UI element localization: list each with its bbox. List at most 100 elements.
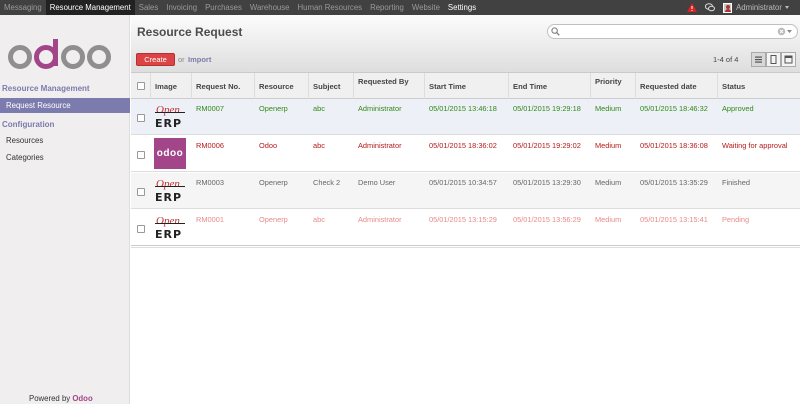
sidebar-item-resources[interactable]: Resources	[0, 133, 130, 148]
cell-resource: Openerp	[259, 178, 288, 187]
col-status[interactable]: Status	[718, 73, 800, 99]
or-label: or	[178, 55, 185, 64]
form-view-icon	[770, 55, 777, 64]
cell-requested-by: Administrator	[358, 215, 402, 224]
calendar-view-button[interactable]	[781, 52, 796, 67]
table-row[interactable]: odoo RM0006 Odoo abc Administrator 05/01…	[131, 136, 800, 172]
col-image[interactable]: Image	[151, 73, 192, 99]
col-end-time[interactable]: End Time	[509, 73, 591, 99]
col-start-time[interactable]: Start Time	[425, 73, 509, 99]
menu-settings[interactable]: Settings	[444, 0, 480, 15]
cell-subject: abc	[313, 215, 325, 224]
page-title: Resource Request	[137, 25, 243, 39]
col-resource[interactable]: Resource	[255, 73, 309, 99]
cell-requested-date: 05/01/2015 18:46:32	[640, 104, 708, 113]
cell-request-no: RM0006	[196, 141, 224, 150]
topbar-right: Administrator	[687, 0, 800, 15]
cell-requested-by: Demo User	[358, 178, 396, 187]
row-checkbox[interactable]	[137, 114, 145, 122]
col-requested-date[interactable]: Requested date	[636, 73, 718, 99]
powered-by-label: Powered by	[29, 394, 71, 403]
search-box[interactable]	[547, 24, 798, 39]
table-row[interactable]: Open ERP RM0007 Openerp abc Administrator…	[131, 99, 800, 135]
cell-request-no: RM0001	[196, 215, 224, 224]
col-subject[interactable]: Subject	[309, 73, 354, 99]
cell-status: Pending	[722, 215, 750, 224]
sidebar: Resource Management Request Resource Con…	[0, 15, 130, 404]
cell-requested-date: 05/01/2015 18:36:08	[640, 141, 708, 150]
select-all-checkbox[interactable]	[137, 82, 145, 90]
openerp-logo-image: Open ERP	[154, 212, 186, 243]
col-requested-by[interactable]: Requested By	[354, 73, 425, 99]
warning-icon[interactable]	[687, 3, 698, 12]
sidebar-item-categories[interactable]: Categories	[0, 150, 130, 165]
cell-start-time: 05/01/2015 18:36:02	[429, 141, 497, 150]
cell-resource: Openerp	[259, 215, 288, 224]
table-row[interactable]: Open ERP RM0001 Openerp abc Administrator…	[131, 210, 800, 246]
menu-warehouse[interactable]: Warehouse	[246, 0, 294, 15]
pager-value[interactable]: 1-4 of 4	[713, 55, 738, 64]
cell-start-time: 05/01/2015 10:34:57	[429, 178, 497, 187]
cell-status: Approved	[722, 104, 754, 113]
menu-human-resources[interactable]: Human Resources	[294, 0, 367, 15]
list-view-icon	[755, 56, 762, 63]
table-footer	[131, 242, 800, 246]
chat-icon[interactable]	[705, 3, 716, 12]
user-name[interactable]: Administrator	[736, 3, 782, 12]
table-row[interactable]: Open ERP RM0003 Openerp Check 2 Demo User…	[131, 173, 800, 209]
cell-priority: Medium	[595, 178, 622, 187]
powered-by-brand-link[interactable]: Odoo	[72, 394, 92, 403]
odoo-logo-image: odoo	[154, 138, 186, 169]
cell-subject: Check 2	[313, 178, 341, 187]
create-button[interactable]: Create	[136, 53, 175, 66]
row-checkbox[interactable]	[137, 151, 145, 159]
cell-subject: abc	[313, 104, 325, 113]
cell-request-no: RM0003	[196, 178, 224, 187]
form-view-button[interactable]	[766, 52, 781, 67]
cell-end-time: 05/01/2015 13:56:29	[513, 215, 581, 224]
odoo-logo[interactable]	[8, 35, 112, 83]
chevron-down-icon[interactable]	[785, 6, 789, 9]
control-panel: Resource Request Create or Import 1-4 of…	[131, 15, 800, 73]
user-avatar[interactable]	[723, 2, 733, 13]
row-checkbox[interactable]	[137, 188, 145, 196]
cell-requested-date: 05/01/2015 13:35:29	[640, 178, 708, 187]
menu-resource-management[interactable]: Resource Management	[45, 0, 135, 15]
top-navbar: Messaging Resource Management Sales Invo…	[0, 0, 800, 15]
menu-messaging[interactable]: Messaging	[0, 0, 46, 15]
cell-resource: Odoo	[259, 141, 278, 150]
menu-sales[interactable]: Sales	[135, 0, 163, 15]
col-priority[interactable]: Priority	[591, 73, 636, 99]
cell-end-time: 05/01/2015 13:29:30	[513, 178, 581, 187]
app-menu: Messaging Resource Management Sales Invo…	[0, 0, 480, 15]
calendar-view-icon	[784, 55, 793, 64]
import-link[interactable]: Import	[188, 55, 211, 64]
cell-request-no: RM0007	[196, 104, 224, 113]
col-request-no[interactable]: Request No.	[192, 73, 255, 99]
menu-purchases[interactable]: Purchases	[201, 0, 246, 15]
table-footer-divider	[131, 247, 800, 248]
cell-requested-date: 05/01/2015 13:15:41	[640, 215, 708, 224]
openerp-logo-image: Open ERP	[154, 101, 186, 132]
menu-invoicing[interactable]: Invoicing	[162, 0, 201, 15]
menu-reporting[interactable]: Reporting	[366, 0, 408, 15]
search-icon	[551, 27, 560, 36]
cell-requested-by: Administrator	[358, 104, 402, 113]
cell-priority: Medium	[595, 141, 622, 150]
search-input[interactable]	[563, 26, 763, 37]
cell-end-time: 05/01/2015 19:29:02	[513, 141, 581, 150]
section-resource-management: Resource Management	[2, 84, 90, 93]
menu-website[interactable]: Website	[408, 0, 444, 15]
select-all-header[interactable]	[131, 73, 151, 99]
cell-start-time: 05/01/2015 13:46:18	[429, 104, 497, 113]
cell-subject: abc	[313, 141, 325, 150]
cell-priority: Medium	[595, 104, 622, 113]
section-configuration: Configuration	[2, 120, 55, 129]
list-view-button[interactable]	[751, 52, 766, 67]
search-options-icon[interactable]	[777, 27, 793, 36]
cell-start-time: 05/01/2015 13:15:29	[429, 215, 497, 224]
row-checkbox[interactable]	[137, 225, 145, 233]
openerp-logo-image: Open ERP	[154, 175, 186, 206]
cell-resource: Openerp	[259, 104, 288, 113]
sidebar-item-request-resource[interactable]: Request Resource	[0, 98, 130, 113]
